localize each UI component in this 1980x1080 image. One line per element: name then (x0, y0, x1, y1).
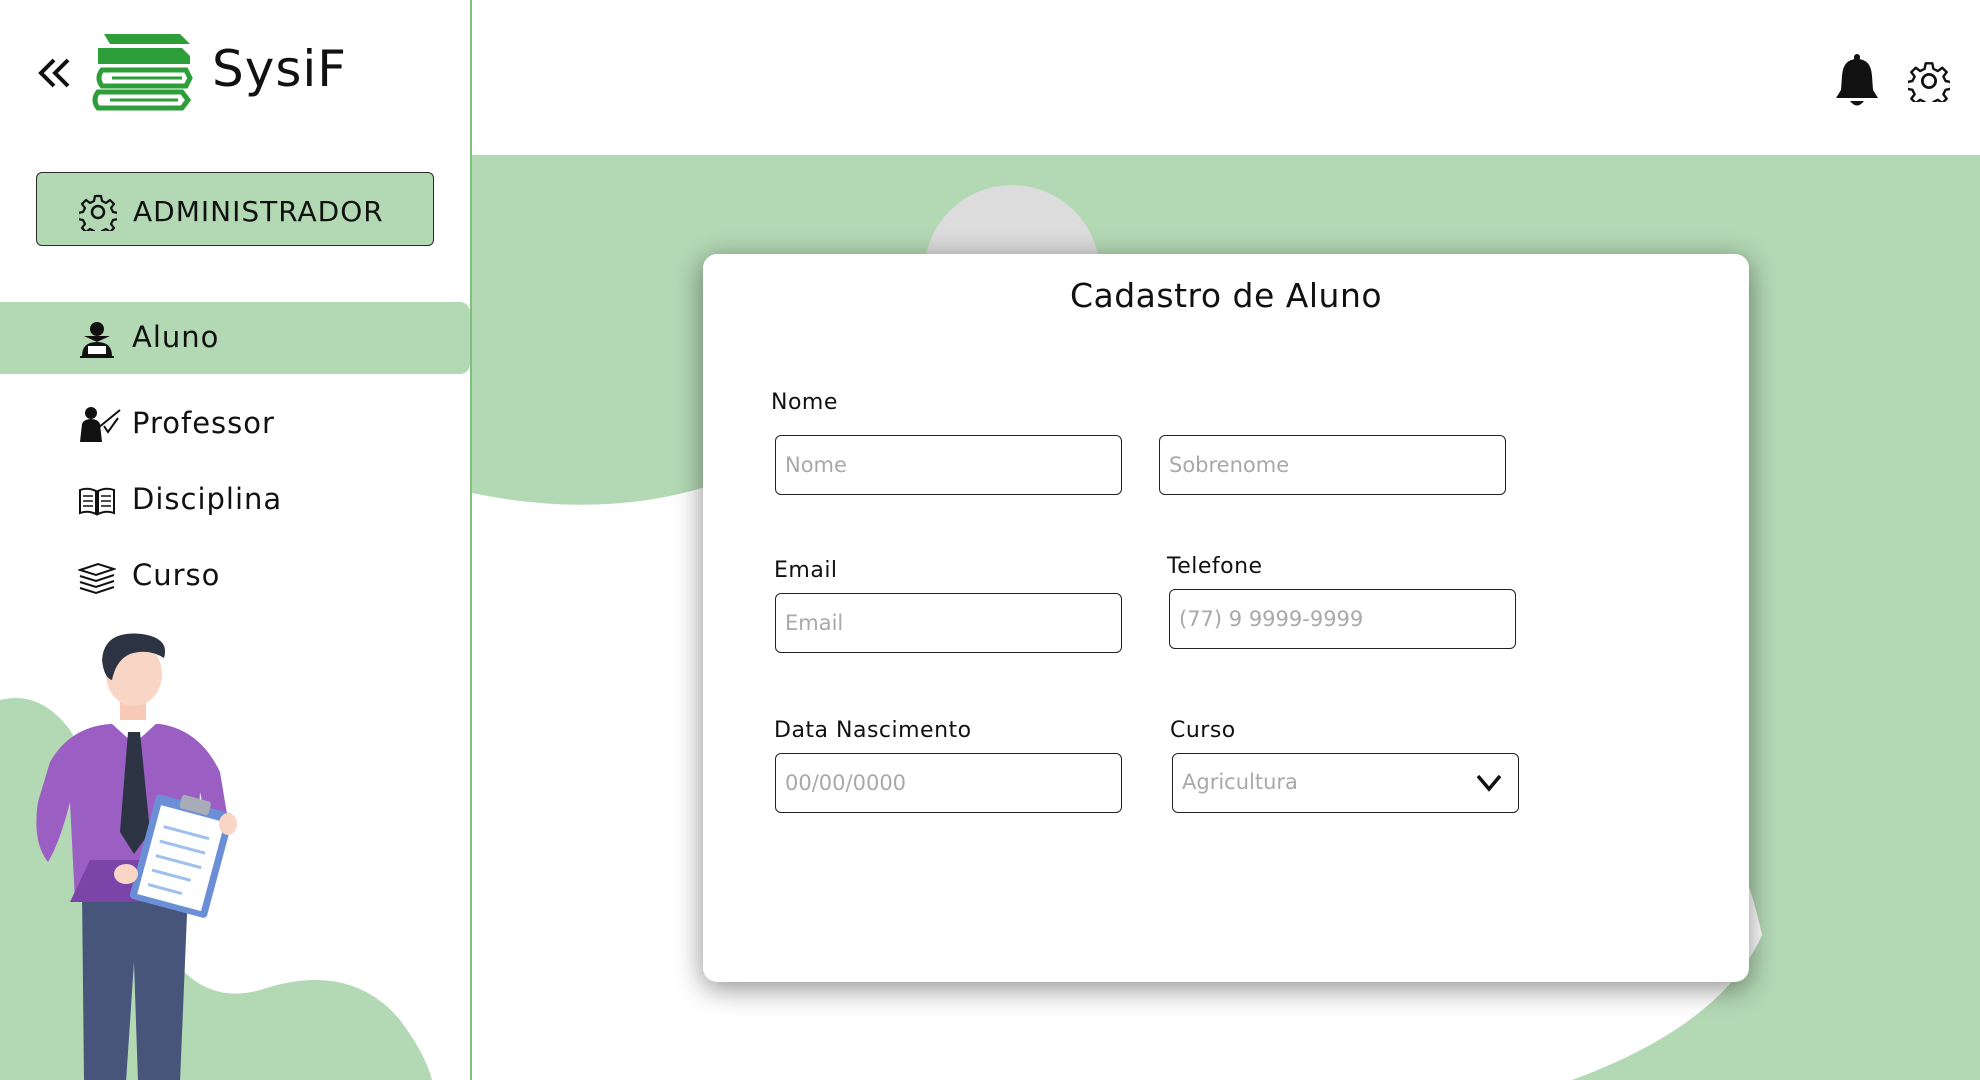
collapse-sidebar-icon[interactable] (34, 52, 76, 94)
sidebar-item-professor[interactable]: Professor (0, 388, 470, 460)
sidebar-item-disciplina[interactable]: Disciplina (0, 464, 470, 536)
sidebar-item-curso[interactable]: Curso (0, 540, 470, 612)
administrador-button[interactable]: ADMINISTRADOR (36, 172, 434, 246)
form-title: Cadastro de Aluno (1069, 276, 1383, 315)
student-icon (78, 320, 116, 358)
email-label: Email (774, 558, 838, 583)
gear-icon[interactable] (1905, 60, 1953, 109)
nome-label: Nome (771, 390, 838, 415)
telefone-input[interactable] (1169, 589, 1516, 649)
curso-label: Curso (1170, 718, 1236, 743)
books-logo-icon (90, 30, 194, 112)
sidebar: SysiF ADMINISTRADOR Aluno Professor Disc… (0, 0, 472, 1080)
book-icon (78, 482, 116, 520)
chevron-down-icon (1474, 770, 1504, 796)
sidebar-item-label: Curso (132, 558, 221, 592)
nome-input[interactable] (775, 435, 1122, 495)
data-nascimento-input[interactable] (775, 753, 1122, 813)
man-with-clipboard-illustration (36, 633, 237, 1080)
bell-icon[interactable] (1834, 54, 1880, 108)
data-nascimento-label: Data Nascimento (774, 718, 972, 743)
sidebar-item-label: Aluno (132, 320, 220, 354)
gear-icon (76, 193, 120, 238)
sidebar-item-label: Professor (132, 406, 275, 440)
registration-form-card: Cadastro de Aluno Nome Email Telefone Da… (703, 254, 1749, 982)
role-label: ADMINISTRADOR (133, 195, 384, 228)
brand-name: SysiF (212, 40, 348, 98)
teacher-icon (78, 406, 121, 444)
telefone-label: Telefone (1167, 554, 1263, 579)
sobrenome-input[interactable] (1159, 435, 1506, 495)
sidebar-item-aluno[interactable]: Aluno (0, 302, 470, 374)
books-stack-icon (76, 558, 118, 596)
email-input[interactable] (775, 593, 1122, 653)
curso-selected-value: Agricultura (1182, 770, 1298, 794)
sidebar-item-label: Disciplina (132, 482, 283, 516)
curso-select[interactable]: Agricultura (1172, 753, 1519, 813)
